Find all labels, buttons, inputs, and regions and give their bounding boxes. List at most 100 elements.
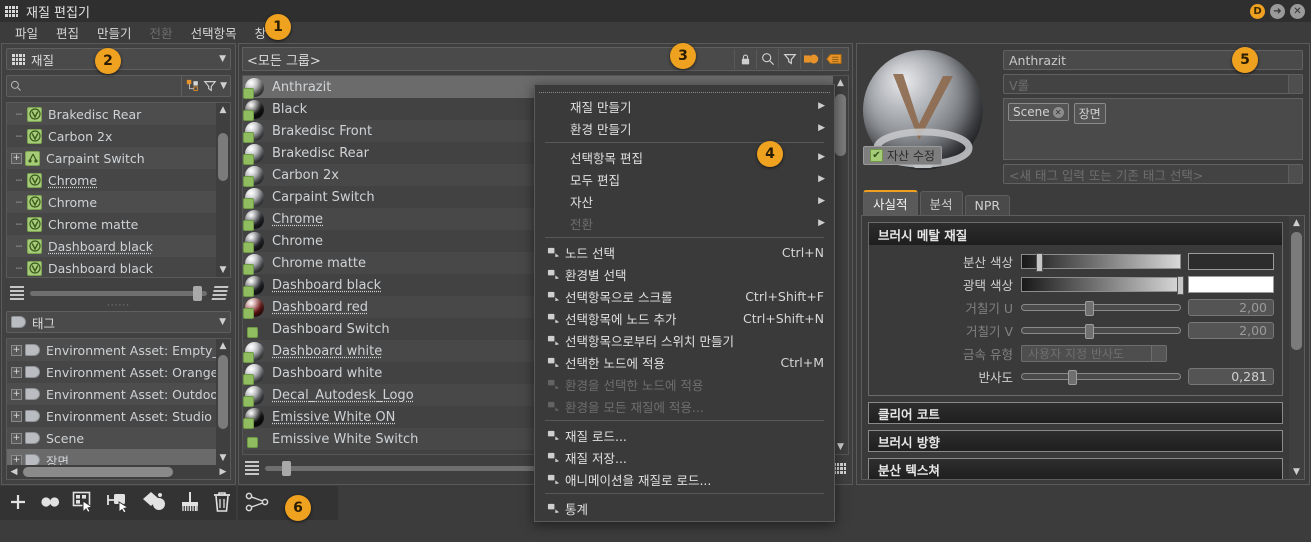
- context-menu-item[interactable]: 재질 로드...: [535, 424, 834, 446]
- scroll-down-icon[interactable]: ▼: [216, 451, 230, 465]
- combo-dropdown-button[interactable]: [1151, 346, 1166, 361]
- slider-handle[interactable]: [1085, 301, 1095, 316]
- material-type-field[interactable]: V롤: [1003, 74, 1303, 94]
- property-slider[interactable]: [1021, 370, 1181, 385]
- tree-item[interactable]: ┄ Dashboard black: [7, 235, 216, 257]
- tab-npr[interactable]: NPR: [964, 195, 1011, 215]
- context-menu-item[interactable]: 재질 저장...: [535, 446, 834, 468]
- context-menu-item[interactable]: 선택항목으로 스크롤 Ctrl+Shift+F: [535, 285, 834, 307]
- scroll-up-icon[interactable]: ▲: [216, 339, 230, 353]
- slider-handle[interactable]: [1085, 324, 1095, 339]
- tree-item[interactable]: ┄ Chrome matte: [7, 213, 216, 235]
- context-menu-item[interactable]: 환경 만들기 ▶: [535, 117, 834, 139]
- clean-button[interactable]: [178, 491, 202, 516]
- ramp-handle[interactable]: [1036, 253, 1044, 272]
- minimize-button[interactable]: ➜: [1270, 3, 1285, 19]
- pick-node-button[interactable]: [106, 491, 132, 516]
- apply-button[interactable]: [142, 491, 168, 516]
- tag-chips-box[interactable]: Scene ✕ 장면: [1003, 98, 1303, 160]
- color-ramp[interactable]: [1021, 276, 1184, 295]
- scroll-thumb[interactable]: [835, 94, 846, 156]
- expand-icon[interactable]: +: [11, 388, 22, 400]
- context-menu-item[interactable]: 노드 선택 Ctrl+N: [535, 241, 834, 263]
- tag-chip[interactable]: 장면: [1073, 103, 1106, 124]
- slider-thumb[interactable]: [192, 285, 202, 301]
- tree-item[interactable]: ┄ Chrome: [7, 191, 216, 213]
- scroll-down-icon[interactable]: ▼: [1289, 465, 1304, 479]
- property-slider[interactable]: [1021, 324, 1181, 339]
- expand-icon[interactable]: +: [11, 366, 22, 378]
- add-button[interactable]: [8, 492, 28, 515]
- edit-asset-button[interactable]: ✔ 자산 수정: [863, 146, 942, 165]
- lock-icon[interactable]: [734, 49, 756, 69]
- search-icon[interactable]: [756, 49, 778, 69]
- delete-button[interactable]: [212, 491, 232, 516]
- color-swatch[interactable]: [1188, 276, 1274, 293]
- tree-item[interactable]: ┄ Carbon 2x: [7, 125, 216, 147]
- scroll-left-icon[interactable]: ◀: [7, 465, 21, 479]
- tag-tree-item[interactable]: + Environment Asset: Empty_Ga: [7, 339, 216, 361]
- slider-handle[interactable]: [1067, 370, 1077, 385]
- tag-tree[interactable]: + Environment Asset: Empty_Ga + Environment…: [6, 338, 231, 480]
- scroll-thumb[interactable]: [23, 467, 173, 477]
- scroll-up-icon[interactable]: ▲: [833, 76, 848, 90]
- ramp-handle[interactable]: [1176, 276, 1184, 295]
- context-menu-item[interactable]: 선택항목에 노드 추가 Ctrl+Shift+N: [535, 307, 834, 329]
- scroll-up-icon[interactable]: ▲: [216, 103, 230, 117]
- context-menu-item[interactable]: 애니메이션을 재질로 로드...: [535, 468, 834, 490]
- menu-file[interactable]: 파일: [6, 22, 47, 43]
- scroll-thumb[interactable]: [218, 355, 228, 429]
- tree-vertical-scrollbar[interactable]: ▲ ▼: [216, 103, 230, 277]
- collapsed-section-header[interactable]: 분산 텍스쳐: [868, 458, 1283, 479]
- property-combo[interactable]: 사용자 지정 반사도: [1021, 345, 1167, 362]
- tag-tree-item[interactable]: + Scene: [7, 427, 216, 449]
- menu-selection[interactable]: 선택항목: [182, 22, 246, 43]
- filter-icon[interactable]: [778, 49, 800, 69]
- scroll-right-icon[interactable]: ▶: [216, 465, 230, 479]
- hierarchy-icon[interactable]: [186, 79, 200, 93]
- tree-zoom-slider[interactable]: [30, 285, 207, 301]
- collapsed-section-header[interactable]: 클리어 코트: [868, 402, 1283, 424]
- tree-item[interactable]: ┄ Brakedisc Rear: [7, 103, 216, 125]
- tag-combo[interactable]: 태그 ▼: [6, 311, 231, 333]
- expand-icon[interactable]: +: [11, 152, 22, 164]
- expand-icon[interactable]: +: [11, 432, 22, 444]
- properties-scrollbar[interactable]: ▲ ▼: [1289, 216, 1304, 479]
- context-menu-item[interactable]: 통계: [535, 497, 834, 519]
- scroll-up-icon[interactable]: ▲: [1289, 216, 1304, 230]
- chevron-down-icon[interactable]: ▼: [220, 81, 227, 91]
- context-menu[interactable]: 재질 만들기 ▶ 환경 만들기 ▶ 선택항목 편집 ▶ 모두 편집 ▶ 자산 ▶ 전환 ▶ 노드 선택 C…: [534, 84, 835, 522]
- filter-icon[interactable]: [203, 79, 217, 93]
- group-filter-bar[interactable]: <모든 그룹>: [242, 47, 849, 71]
- color-ramp[interactable]: [1021, 253, 1181, 272]
- context-menu-item[interactable]: 선택항목으로부터 스위치 만들기: [535, 329, 834, 351]
- tag-orange-icon[interactable]: [822, 49, 844, 69]
- tag-vertical-scrollbar[interactable]: ▲ ▼: [216, 339, 230, 465]
- property-slider[interactable]: [1021, 301, 1181, 316]
- slider-thumb[interactable]: [281, 460, 291, 476]
- context-menu-item[interactable]: 환경별 선택: [535, 263, 834, 285]
- property-value-field[interactable]: 2,00: [1188, 299, 1274, 316]
- expand-icon[interactable]: +: [11, 344, 22, 356]
- property-value-field[interactable]: 0,281: [1188, 368, 1274, 385]
- scroll-thumb[interactable]: [1291, 232, 1302, 350]
- collapsed-section-header[interactable]: 브러시 방향: [868, 430, 1283, 452]
- properties-scroll-area[interactable]: 브러시 메탈 재질 분산 색상 광택 색상 거칠기 U 2,00 거칠기 V 2,00 금속…: [861, 215, 1305, 480]
- context-menu-item[interactable]: 재질 만들기 ▶: [535, 95, 834, 117]
- scroll-down-icon[interactable]: ▼: [833, 440, 848, 454]
- material-list-scrollbar[interactable]: ▲ ▼: [833, 76, 848, 454]
- property-value-field[interactable]: 2,00: [1188, 322, 1274, 339]
- tag-tree-item[interactable]: + Environment Asset: Outdoor_: [7, 383, 216, 405]
- context-menu-item[interactable]: 선택항목 편집 ▶: [535, 146, 834, 168]
- search-input[interactable]: [22, 79, 182, 93]
- material-tree[interactable]: ┄ Brakedisc Rear ┄ Carbon 2x + Carpaint Switc…: [6, 102, 231, 278]
- tag-chip[interactable]: Scene ✕: [1008, 103, 1069, 121]
- tag-horizontal-scrollbar[interactable]: ◀ ▶: [7, 465, 230, 479]
- toggle-orange-icon[interactable]: [800, 49, 822, 69]
- tag-tree-item[interactable]: + Environment Asset: Studio: [7, 405, 216, 427]
- tag-dropdown-button[interactable]: [1288, 165, 1302, 183]
- color-swatch[interactable]: [1188, 253, 1274, 270]
- splitter-handle[interactable]: ······: [2, 301, 235, 311]
- close-button[interactable]: ✕: [1290, 3, 1305, 19]
- tag-tree-item[interactable]: + 장면: [7, 449, 216, 465]
